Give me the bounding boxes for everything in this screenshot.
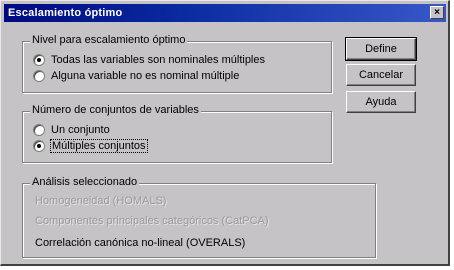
radio-multiple-sets[interactable]: Múltiples conjuntos (33, 139, 148, 153)
radio-label: Alguna variable no es nominal múltiple (51, 70, 240, 82)
scaling-level-label: Nivel para escalamiento óptimo (30, 34, 188, 46)
selected-analysis-label: Análisis seleccionado (30, 176, 140, 188)
selected-analysis-group: Análisis seleccionado Homogeneidad (HOMA… (22, 176, 376, 258)
scaling-level-group: Nivel para escalamiento óptimo Todas las… (22, 34, 332, 93)
dialog-window: Escalamiento óptimo × Nivel para escalam… (0, 0, 450, 266)
close-icon: × (434, 6, 440, 18)
radio-label: Todas las variables son nominales múltip… (51, 54, 265, 66)
cancel-button[interactable]: Cancelar (346, 64, 416, 86)
radio-label: Un conjunto (51, 124, 110, 136)
analysis-homals: Homogeneidad (HOMALS) (35, 195, 167, 207)
radio-unselected-icon[interactable] (33, 70, 45, 82)
variable-sets-group: Número de conjuntos de variables Un conj… (22, 104, 332, 163)
radio-selected-icon[interactable] (33, 140, 45, 152)
radio-selected-icon[interactable] (33, 54, 45, 66)
radio-unselected-icon[interactable] (33, 124, 45, 136)
define-button[interactable]: Define (345, 37, 417, 61)
radio-label: Múltiples conjuntos (50, 139, 148, 153)
analysis-catpca: Componentes principales categóricos (Cat… (35, 215, 269, 227)
radio-some-not-multiple-nominal[interactable]: Alguna variable no es nominal múltiple (33, 70, 239, 82)
radio-one-set[interactable]: Un conjunto (33, 124, 110, 136)
close-button[interactable]: × (430, 6, 444, 19)
help-button[interactable]: Ayuda (346, 91, 416, 113)
variable-sets-label: Número de conjuntos de variables (30, 104, 201, 116)
radio-all-multiple-nominal[interactable]: Todas las variables son nominales múltip… (33, 54, 265, 66)
analysis-overals: Correlación canónica no-lineal (OVERALS) (35, 237, 246, 249)
dialog-title: Escalamiento óptimo (8, 7, 123, 19)
title-bar[interactable]: Escalamiento óptimo × (4, 4, 446, 22)
